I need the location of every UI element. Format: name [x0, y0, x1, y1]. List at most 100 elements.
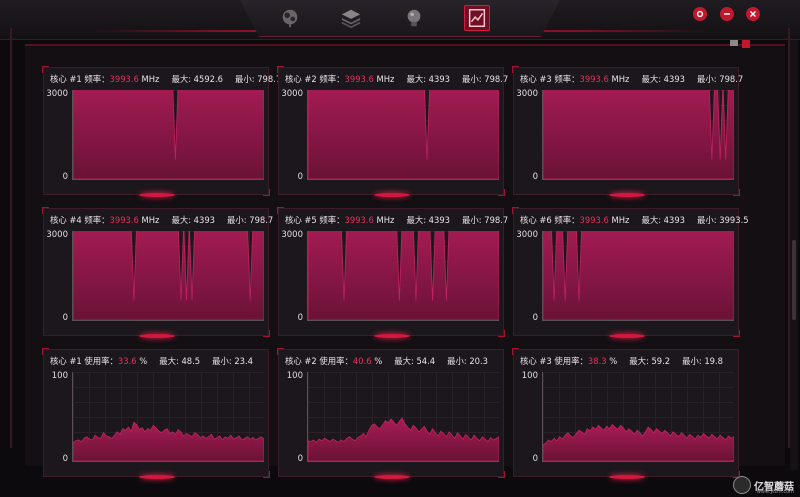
- chart-plot: [542, 231, 734, 321]
- panel-max: 最大: 4393: [406, 74, 451, 84]
- y-tick-min: 0: [297, 454, 303, 464]
- watermark: 亿智蘑菇 www.yizhi.com: [733, 476, 794, 495]
- panel-label: 核心 #2 频率：: [285, 74, 345, 84]
- nav-layers-icon[interactable]: [338, 5, 364, 31]
- panel-current-value: 33.6: [117, 356, 137, 366]
- y-tick-min: 0: [62, 172, 68, 182]
- y-tick-max: 100: [521, 371, 538, 381]
- y-tick-max: 3000: [281, 230, 303, 240]
- nav-bulb-icon[interactable]: [401, 5, 427, 31]
- chart-panel: 核心 #6 频率：3993.6 MHz 最大: 4393 最小: 3993.5 300…: [512, 207, 749, 338]
- nav-monitor-icon[interactable]: [464, 5, 490, 31]
- y-tick-min: 0: [62, 313, 68, 323]
- area-chart: [308, 90, 499, 179]
- chart-panel: 核心 #2 使用率：40.6 % 最大: 54.4 最小: 20.3 100 0: [277, 348, 505, 479]
- scroll-thumb[interactable]: [792, 240, 796, 320]
- panel-current-value: 38.3: [587, 356, 607, 366]
- panel-glow: [139, 475, 175, 479]
- panel-current-value: 40.6: [352, 356, 372, 366]
- panel-max: 最大: 54.4: [394, 356, 436, 366]
- panel-unit: MHz: [611, 74, 630, 84]
- panel-current-value: 3993.6: [344, 215, 374, 225]
- panel-max: 最大: 4393: [641, 215, 686, 225]
- watermark-url: www.yizhi.com: [756, 489, 794, 495]
- series-area: [543, 423, 734, 461]
- y-tick-min: 0: [297, 313, 303, 323]
- panel-label: 核心 #2 使用率：: [285, 356, 353, 366]
- series-area: [308, 417, 499, 461]
- y-tick-max: 3000: [46, 89, 68, 99]
- panel-current-value: 3993.6: [579, 74, 609, 84]
- chart-plot: [307, 231, 499, 321]
- chart-panel: 核心 #3 使用率：38.3 % 最大: 59.2 最小: 19.8 100 0: [512, 348, 740, 479]
- panel-max: 最大: 4393: [171, 215, 216, 225]
- y-tick-min: 0: [62, 454, 68, 464]
- chart-panel: 核心 #2 频率：3993.6 MHz 最大: 4393 最小: 798.7 3000…: [277, 66, 508, 197]
- panel-max: 最大: 4393: [641, 74, 686, 84]
- chart-panel: 核心 #5 频率：3993.6 MHz 最大: 4393 最小: 798.7 3000…: [277, 207, 508, 338]
- panel-min: 最小: 798.7: [227, 215, 274, 225]
- panel-unit: MHz: [141, 215, 160, 225]
- panel-header: 核心 #5 频率：3993.6 MHz 最大: 4393 最小: 798.7: [285, 214, 508, 226]
- series-area: [543, 90, 734, 179]
- chart-plot: [72, 90, 264, 180]
- panel-header: 核心 #1 使用率：33.6 % 最大: 48.5 最小: 23.4: [50, 355, 264, 367]
- y-tick-min: 0: [532, 313, 538, 323]
- panel-glow: [609, 334, 645, 338]
- y-tick-min: 0: [297, 172, 303, 182]
- panel-unit: MHz: [376, 74, 395, 84]
- settings-icon[interactable]: [693, 7, 707, 21]
- pin-grey-button[interactable]: [730, 40, 738, 46]
- chart-panel: 核心 #4 频率：3993.6 MHz 最大: 4393 最小: 798.7 3000…: [42, 207, 273, 338]
- panel-label: 核心 #3 频率：: [520, 74, 580, 84]
- y-tick-max: 100: [51, 371, 68, 381]
- panel-glow: [139, 193, 175, 197]
- panel-current-value: 3993.6: [109, 215, 139, 225]
- panel-header: 核心 #2 频率：3993.6 MHz 最大: 4393 最小: 798.7: [285, 73, 508, 85]
- y-tick-max: 100: [286, 371, 303, 381]
- panel-label: 核心 #1 使用率：: [50, 356, 118, 366]
- panel-current-value: 3993.6: [579, 215, 609, 225]
- area-chart: [543, 231, 734, 320]
- area-chart: [543, 90, 734, 179]
- panel-header: 核心 #4 频率：3993.6 MHz 最大: 4393 最小: 798.7: [50, 214, 273, 226]
- panel-current-value: 3993.6: [109, 74, 139, 84]
- series-area: [308, 231, 499, 320]
- panel-max: 最大: 48.5: [159, 356, 201, 366]
- panel-glow: [139, 334, 175, 338]
- panel-unit: MHz: [611, 215, 630, 225]
- panel-label: 核心 #5 频率：: [285, 215, 345, 225]
- panel-min: 最小: 798.7: [462, 215, 509, 225]
- y-tick-max: 3000: [46, 230, 68, 240]
- chart-panel: 核心 #3 频率：3993.6 MHz 最大: 4393 最小: 798.7 3000…: [512, 66, 743, 197]
- minimize-icon[interactable]: [720, 7, 734, 21]
- panel-current-value: 3993.6: [344, 74, 374, 84]
- panel-min: 最小: 23.4: [212, 356, 253, 366]
- area-chart: [73, 90, 264, 179]
- area-chart: [73, 231, 264, 320]
- watermark-logo-icon: [733, 476, 751, 494]
- close-icon[interactable]: [746, 7, 760, 21]
- series-area: [543, 231, 734, 320]
- panel-min: 最小: 798.7: [462, 74, 509, 84]
- area-chart: [308, 231, 499, 320]
- panel-max: 最大: 59.2: [629, 356, 671, 366]
- nav-light-icon[interactable]: [277, 5, 303, 31]
- y-tick-min: 0: [532, 172, 538, 182]
- panel-label: 核心 #4 频率：: [50, 215, 110, 225]
- y-tick-min: 0: [532, 454, 538, 464]
- left-frame-line: [10, 28, 12, 448]
- panel-unit: MHz: [376, 215, 395, 225]
- panel-glow: [609, 475, 645, 479]
- panel-unit: %: [139, 356, 148, 366]
- panel-unit: %: [374, 356, 383, 366]
- panel-max: 最大: 4393: [406, 215, 451, 225]
- panel-glow: [374, 193, 410, 197]
- scrollbar[interactable]: [790, 40, 798, 470]
- panel-unit: %: [609, 356, 618, 366]
- pin-red-button[interactable]: [742, 40, 750, 48]
- panel-glow: [374, 334, 410, 338]
- chart-plot: [307, 372, 499, 462]
- chart-plot: [542, 90, 734, 180]
- panel-min: 最小: 3993.5: [697, 215, 749, 225]
